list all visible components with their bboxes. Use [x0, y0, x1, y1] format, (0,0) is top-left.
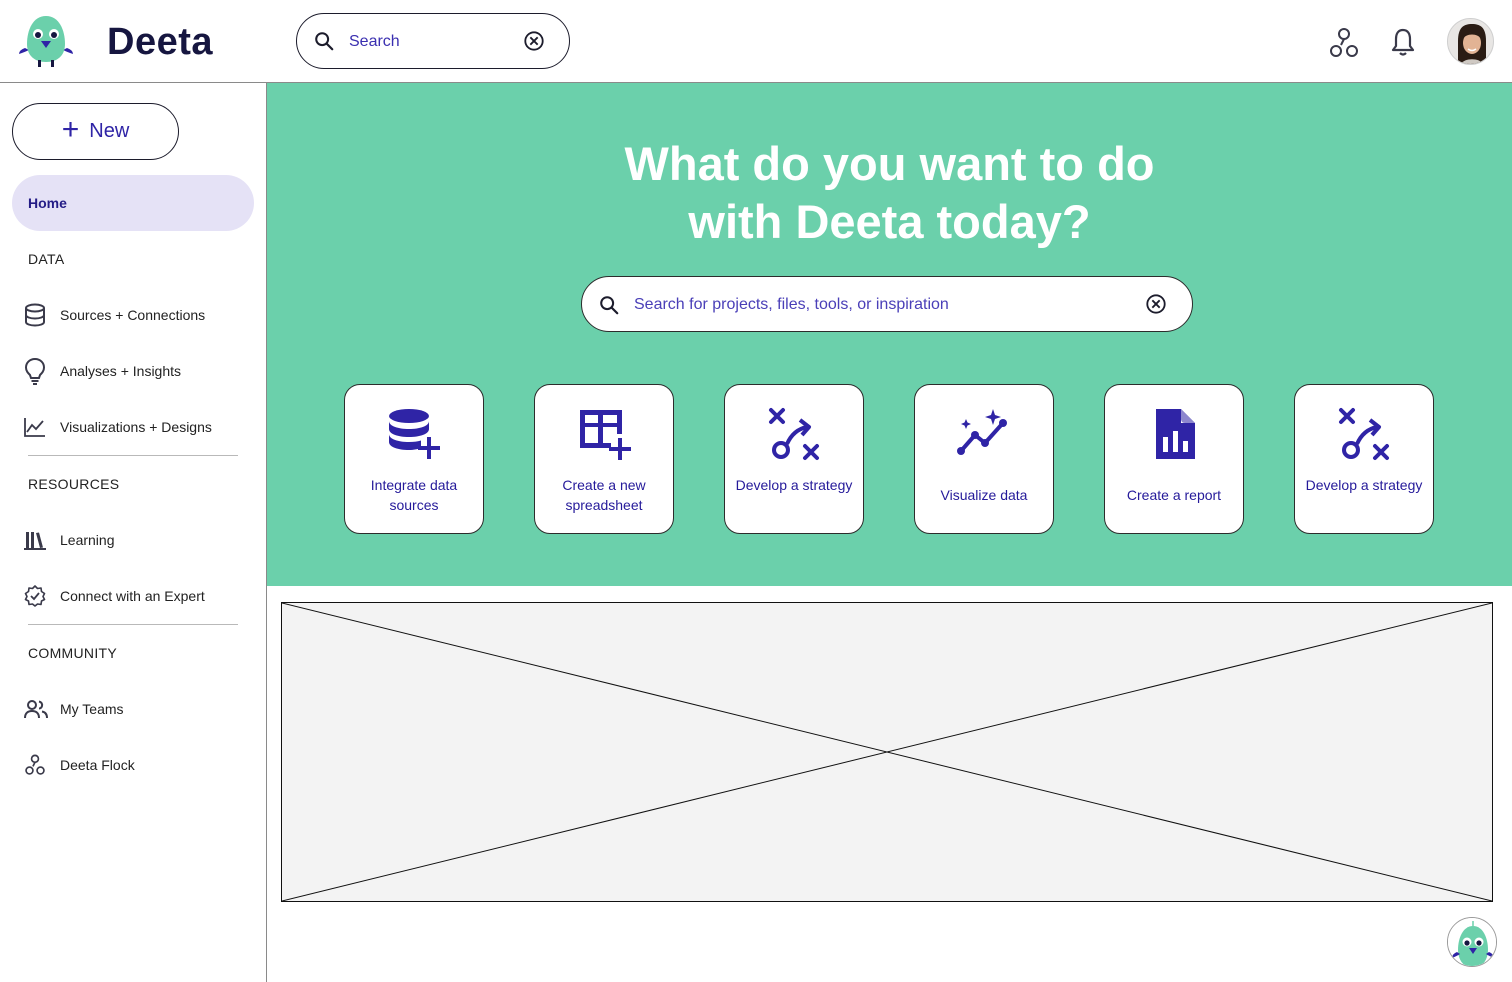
sidebar-item-home[interactable]: Home	[12, 175, 254, 231]
hero-search-placeholder: Search for projects, files, tools, or in…	[634, 296, 949, 313]
sidebar-item-label: Learning	[60, 532, 115, 548]
top-bar: Deeta Search	[0, 0, 1512, 83]
card-create-spreadsheet[interactable]: Create a new spreadsheet	[534, 384, 674, 534]
user-avatar[interactable]	[1447, 18, 1494, 65]
sidebar-item-analyses[interactable]: Analyses + Insights	[24, 351, 254, 391]
top-search-input[interactable]: Search	[296, 13, 570, 69]
sidebar-item-label: Analyses + Insights	[60, 363, 182, 379]
clear-icon[interactable]	[523, 30, 545, 52]
sidebar-item-label: Connect with an Expert	[60, 588, 205, 604]
deeta-logo-icon[interactable]	[17, 14, 75, 68]
card-visualize-data[interactable]: Visualize data	[914, 384, 1054, 534]
hero-title-line-1: What do you want to do	[624, 137, 1155, 190]
sidebar-item-label: Sources + Connections	[60, 307, 206, 323]
section-title-data: DATA	[28, 251, 65, 267]
strategy-icon	[1339, 408, 1389, 460]
sidebar-item-deeta-flock[interactable]: Deeta Flock	[24, 745, 254, 785]
books-icon	[24, 526, 52, 554]
plus-icon: +	[61, 113, 80, 146]
card-label: Create a new spreadsheet	[562, 477, 646, 513]
hero-banner: What do you want to do with Deeta today?…	[267, 83, 1512, 586]
section-title-community: COMMUNITY	[28, 645, 118, 661]
database-icon	[24, 301, 52, 329]
card-label: Integrate data sources	[370, 477, 458, 513]
verified-badge-icon	[24, 582, 52, 610]
new-button-label: New	[89, 120, 130, 142]
hero-search-input[interactable]: Search for projects, files, tools, or in…	[581, 276, 1193, 332]
hero-title: What do you want to do with Deeta today?	[267, 135, 1512, 251]
bell-icon[interactable]	[1389, 27, 1417, 57]
sidebar: + New Home DATA Sources + Connections An…	[0, 83, 267, 982]
clear-icon[interactable]	[1145, 293, 1167, 315]
assistant-bot-button[interactable]	[1447, 917, 1497, 967]
sidebar-divider	[28, 624, 238, 625]
add-database-icon	[389, 409, 440, 459]
card-label: Create a report	[1126, 487, 1222, 503]
deeta-bird-icon	[1448, 918, 1496, 966]
sidebar-item-label: My Teams	[60, 701, 124, 717]
add-table-icon	[580, 410, 631, 460]
sidebar-item-visualizations[interactable]: Visualizations + Designs	[24, 407, 254, 447]
card-integrate-data[interactable]: Integrate data sources	[344, 384, 484, 534]
sidebar-item-label: Deeta Flock	[60, 757, 135, 773]
brand-name: Deeta	[107, 21, 213, 63]
image-placeholder	[281, 602, 1493, 902]
sidebar-item-label: Home	[28, 195, 67, 211]
card-label: Develop a strategy	[1305, 477, 1423, 493]
line-chart-icon	[24, 413, 52, 441]
sidebar-item-expert[interactable]: Connect with an Expert	[24, 576, 254, 616]
people-icon	[24, 695, 52, 723]
new-button[interactable]: + New	[12, 103, 179, 160]
card-label: Visualize data	[940, 487, 1028, 503]
search-icon	[315, 32, 334, 51]
sidebar-item-learning[interactable]: Learning	[24, 520, 254, 560]
sidebar-item-sources[interactable]: Sources + Connections	[24, 295, 254, 335]
sidebar-divider	[28, 455, 238, 456]
top-search-placeholder: Search	[349, 33, 400, 50]
card-label: Develop a strategy	[735, 477, 853, 493]
search-icon	[600, 296, 619, 315]
section-title-resources: RESOURCES	[28, 476, 120, 492]
lightbulb-icon	[24, 357, 52, 385]
hero-title-line-2: with Deeta today?	[688, 195, 1091, 248]
flock-icon	[24, 751, 52, 779]
sparkle-trend-icon	[957, 409, 1007, 455]
card-develop-strategy-2[interactable]: Develop a strategy	[1294, 384, 1434, 534]
report-icon	[1156, 409, 1195, 459]
card-develop-strategy[interactable]: Develop a strategy	[724, 384, 864, 534]
sidebar-item-my-teams[interactable]: My Teams	[24, 689, 254, 729]
strategy-icon	[769, 408, 819, 460]
sidebar-item-label: Visualizations + Designs	[60, 419, 212, 435]
flock-icon[interactable]	[1328, 27, 1360, 59]
card-create-report[interactable]: Create a report	[1104, 384, 1244, 534]
